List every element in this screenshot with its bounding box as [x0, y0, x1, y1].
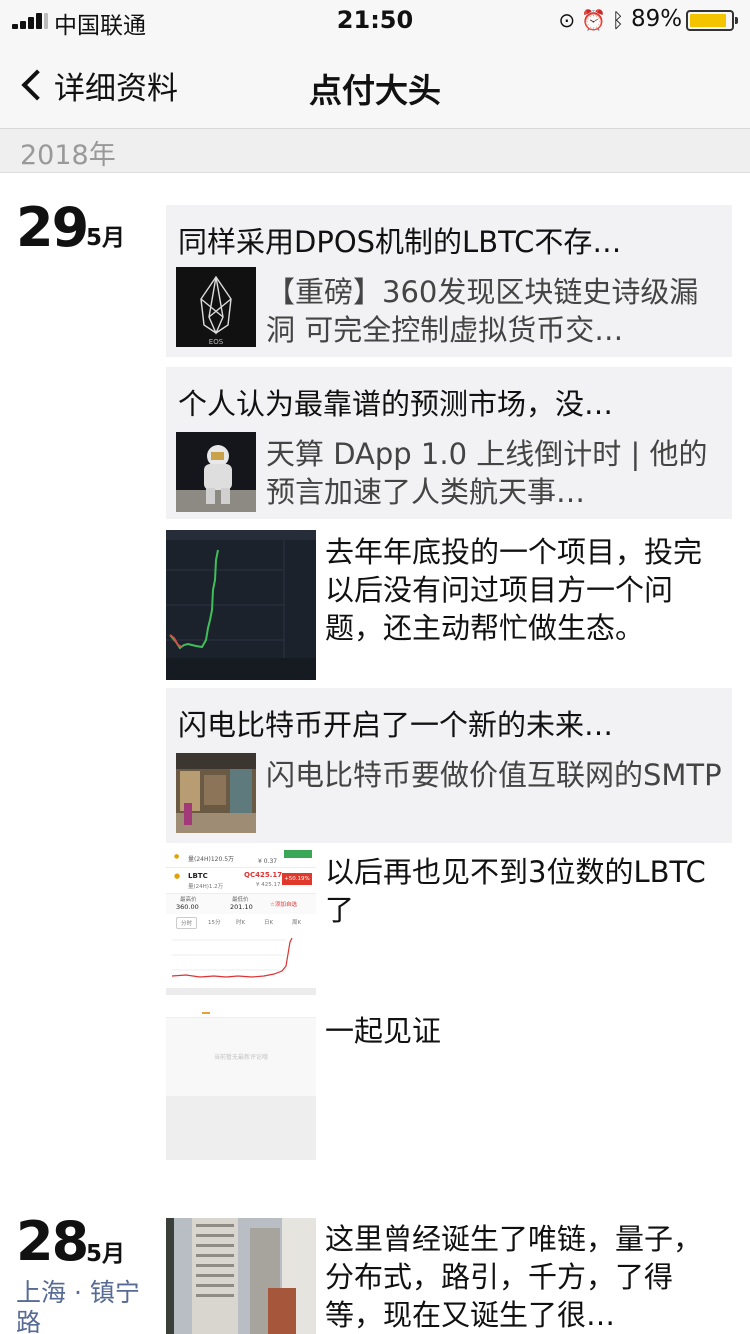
month-label: 5月: [86, 1241, 126, 1267]
battery-level: [690, 14, 726, 27]
article-title: 【重磅】360发现区块链史诗级漏洞 可完全控制虚拟货币交…: [266, 275, 699, 347]
post-text: 以后再也见不到3位数的LBTC了: [325, 855, 706, 927]
post-text: 去年年底投的一个项目，投完以后没有问过项目方一个问题，还主动帮忙做生态。: [325, 535, 703, 645]
high-label: 最高价: [180, 897, 197, 903]
astronaut-thumbnail: [176, 432, 256, 512]
status-icons: ⊙⏰ᛒ: [558, 8, 630, 32]
empty-comment-text: 当前暂无最新评论哦: [213, 1054, 268, 1061]
article-title: 天算 DApp 1.0 上线倒计时 | 他的预言加速了人类航天事…: [266, 437, 708, 509]
tab[interactable]: 分时: [176, 917, 198, 929]
post-text: 这里曾经诞生了唯链，量子，分布式，路引，千方，了得等，现在又诞生了很…: [325, 1222, 703, 1332]
row1-volume: 量(24H)120.5万: [188, 856, 235, 863]
tab[interactable]: 时K: [236, 918, 245, 926]
shared-article-card[interactable]: 闪电比特币开启了一个新的未来… 闪电比特币要做价值互联网的SMTP: [166, 688, 732, 843]
day-number: 29: [16, 196, 89, 259]
high-value: 360.00: [176, 903, 199, 911]
store-thumbnail: [176, 753, 256, 833]
shared-article-card[interactable]: 同样采用DPOS机制的LBTC不存… EOS 【重磅】360发现区块链史诗级漏洞…: [166, 205, 732, 357]
volume: 量(24H)1.2万: [188, 884, 224, 890]
post-text: 一起见证: [325, 1014, 442, 1048]
building-photo[interactable]: [166, 1218, 316, 1334]
post-caption: 同样采用DPOS机制的LBTC不存…: [178, 225, 622, 259]
add-watchlist[interactable]: ☆添加自选: [270, 900, 297, 908]
page-title: 点付大头: [309, 71, 441, 110]
navigation-header: 中国联通 21:50 ⊙⏰ᛒ 89% 详细资料 点付大头: [0, 0, 750, 129]
month-label: 5月: [86, 225, 126, 251]
battery-percent: 89%: [631, 6, 683, 32]
alarm-icon: ⏰: [581, 8, 612, 32]
tab[interactable]: 15分: [208, 918, 221, 926]
status-bar: 中国联通 21:50 ⊙⏰ᛒ 89%: [0, 0, 750, 40]
period-tabs: 分时 15分 时K 日K 周K: [174, 916, 308, 929]
post-caption: 个人认为最靠谱的预测市场，没…: [178, 387, 614, 421]
shared-article-card[interactable]: 个人认为最靠谱的预测市场，没… 天算 DApp 1.0 上线倒计时 | 他的预言…: [166, 367, 732, 519]
price: QC425.17: [244, 871, 283, 879]
row1-price: ¥ 0.37: [258, 858, 278, 865]
trading-screenshot-photo[interactable]: ● 量(24H)120.5万 ¥ 0.37 ● LBTC 量(24H)1.2万 …: [166, 850, 316, 995]
tab[interactable]: 日K: [264, 918, 273, 926]
year-label: 2018年: [20, 140, 116, 171]
price-cny: ¥ 425.17: [256, 882, 281, 888]
rotation-lock-icon: ⊙: [558, 8, 582, 32]
blank-screenshot-photo[interactable]: 当前暂无最新评论哦: [166, 1010, 316, 1160]
bluetooth-icon: ᛒ: [612, 8, 630, 32]
location-label[interactable]: 上海 · 镇宁路: [16, 1278, 156, 1334]
post-caption: 闪电比特币开启了一个新的未来…: [178, 708, 614, 742]
day-number: 28: [16, 1210, 89, 1273]
ticker: LBTC: [188, 872, 208, 880]
article-title: 闪电比特币要做价值互联网的SMTP: [266, 758, 722, 792]
low-label: 最低价: [232, 897, 249, 903]
battery-icon: [686, 10, 738, 31]
low-value: 201.10: [230, 903, 253, 911]
change-badge: +50.19%: [282, 873, 312, 885]
tab[interactable]: 周K: [292, 918, 301, 926]
eos-thumbnail: EOS: [176, 267, 256, 347]
chart-photo[interactable]: [166, 530, 316, 680]
thumb-label: EOS: [209, 338, 224, 346]
year-divider: 2018年: [0, 129, 750, 173]
